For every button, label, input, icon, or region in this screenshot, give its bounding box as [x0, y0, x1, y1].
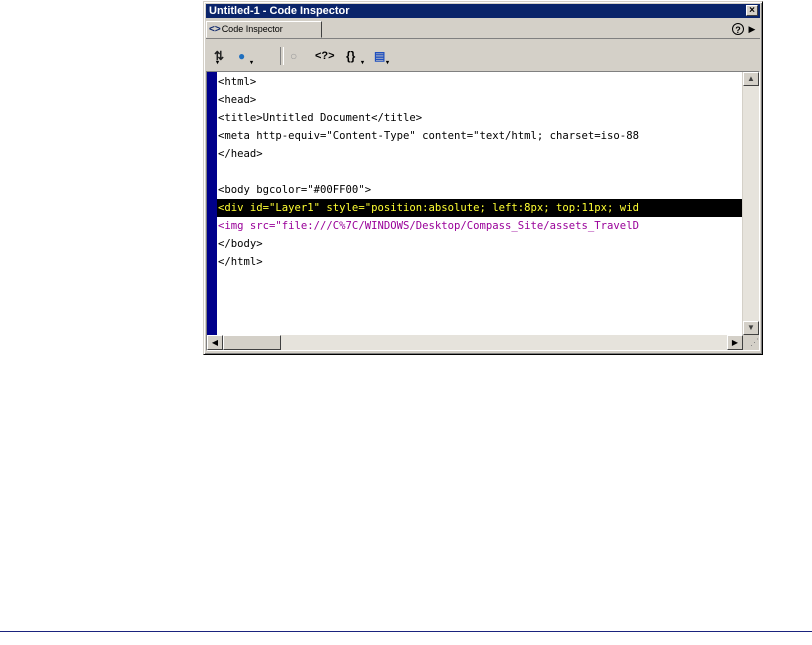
close-icon[interactable]: × [746, 5, 758, 16]
code-editor[interactable]: <html> <head> <title>Untitled Document</ti… [206, 71, 760, 351]
toolbar-separator [280, 47, 284, 65]
scroll-up-icon[interactable]: ▲ [743, 72, 759, 86]
line-gutter [207, 72, 217, 335]
panel-options-menu-icon[interactable]: ▶ [746, 23, 758, 35]
chevron-down-icon: ▾ [250, 60, 254, 66]
scroll-down-icon[interactable]: ▼ [743, 321, 759, 335]
code-line[interactable]: <body bgcolor="#00FF00"> [217, 181, 743, 199]
reference-icon[interactable]: <?> [315, 48, 335, 64]
code-line[interactable] [217, 163, 743, 181]
chevron-down-icon: ▾ [386, 60, 390, 66]
code-text-area[interactable]: <html> <head> <title>Untitled Document</ti… [217, 72, 743, 335]
code-line[interactable]: <div id="Layer1" style="position:absolut… [217, 199, 743, 217]
code-brackets-icon: <> [209, 24, 221, 35]
code-line[interactable]: <img src="file:///C%7C/WINDOWS/Desktop/C… [217, 217, 743, 235]
code-navigation-icon[interactable]: {} [346, 48, 355, 64]
horizontal-scrollbar[interactable]: ◀ ▶ [207, 335, 743, 350]
chevron-down-icon: ▾ [216, 60, 220, 66]
code-line[interactable]: </body> [217, 235, 743, 253]
code-line[interactable]: <title>Untitled Document</title> [217, 109, 743, 127]
code-line[interactable]: <html> [217, 73, 743, 91]
code-inspector-window: Untitled-1 - Code Inspector × <>Code Ins… [203, 1, 763, 355]
code-line[interactable]: <meta http-equiv="Content-Type" content=… [217, 127, 743, 145]
toolbar: ⇅ ▾ ● ▾ ○ <?> {} ▾ ▤ ▾ [206, 39, 760, 71]
tab-label: Code Inspector [221, 24, 283, 34]
horizontal-scroll-thumb[interactable] [223, 335, 281, 350]
code-line[interactable]: </head> [217, 145, 743, 163]
preview-in-browser-icon[interactable]: ● [238, 48, 245, 64]
vertical-scrollbar[interactable]: ▲ ▼ [742, 72, 759, 335]
panel-tab-bar: <>Code Inspector ? ▶ [206, 20, 760, 39]
code-line[interactable]: <head> [217, 91, 743, 109]
chevron-down-icon: ▾ [361, 60, 365, 66]
tab-code-inspector[interactable]: <>Code Inspector [206, 21, 322, 38]
resize-grip-icon[interactable]: ⋰ [743, 335, 759, 350]
page-footer-rule [0, 631, 812, 632]
scroll-right-icon[interactable]: ▶ [727, 335, 743, 350]
code-line[interactable]: </html> [217, 253, 743, 271]
window-title: Untitled-1 - Code Inspector [209, 5, 350, 17]
scroll-left-icon[interactable]: ◀ [207, 335, 223, 350]
help-icon[interactable]: ? [732, 23, 744, 35]
refresh-icon[interactable]: ○ [290, 48, 297, 64]
title-bar[interactable]: Untitled-1 - Code Inspector × [206, 4, 760, 18]
view-options-icon[interactable]: ▤ [374, 48, 385, 64]
